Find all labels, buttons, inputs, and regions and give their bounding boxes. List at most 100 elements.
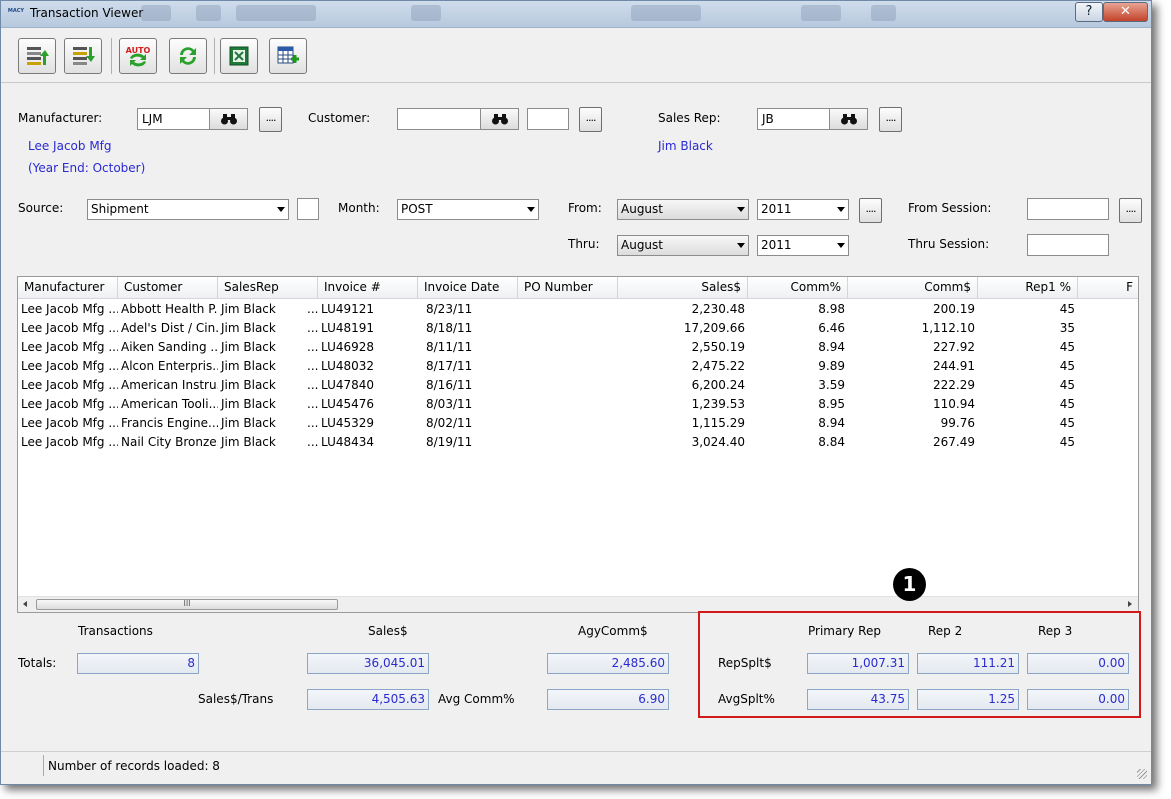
import-up-button[interactable] [18, 38, 56, 74]
column-header-customer[interactable]: Customer [118, 277, 218, 298]
refresh-button[interactable] [169, 38, 207, 74]
cell-salesrep: Jim Black [221, 302, 276, 316]
cell-salesrep-more: ... [307, 416, 318, 430]
horizontal-scrollbar[interactable]: III [18, 596, 1138, 612]
customer-secondary-input[interactable] [527, 108, 569, 130]
manufacturer-input[interactable]: LJM [137, 108, 210, 130]
cell-customer: American Tooli... [121, 397, 218, 411]
cell-comm-pct: 8.94 [818, 340, 845, 354]
help-button[interactable]: ? [1075, 2, 1103, 22]
chevron-down-icon [737, 243, 745, 248]
column-header-invoice-date[interactable]: Invoice Date [418, 277, 518, 298]
column-header-manufacturer[interactable]: Manufacturer [18, 277, 118, 298]
chevron-down-icon [527, 207, 535, 212]
source-select[interactable]: Shipment [87, 199, 289, 220]
salesrep-name: Jim Black [658, 139, 713, 153]
avg-comm-value: 6.90 [547, 689, 669, 710]
thru-year-value: 2011 [761, 238, 792, 252]
table-row[interactable]: Lee Jacob Mfg ... American Tooli... Jim Bl… [18, 395, 1138, 414]
cell-salesrep: Jim Black [221, 359, 276, 373]
column-header-next[interactable]: F [1078, 277, 1138, 298]
cell-invoice: LU45476 [321, 397, 375, 411]
cell-comm: 267.49 [933, 435, 975, 449]
cell-comm: 244.91 [933, 359, 975, 373]
from-session-input[interactable] [1027, 198, 1109, 220]
import-down-button[interactable] [64, 38, 102, 74]
cell-rep1-pct: 45 [1059, 302, 1075, 316]
table-row[interactable]: Lee Jacob Mfg ... Alcon Enterpris... Jim B… [18, 357, 1138, 376]
source-checkbox[interactable] [297, 198, 319, 220]
title-bar[interactable]: MACY Transaction Viewer ? ✕ [1, 1, 1151, 28]
from-year-select[interactable]: 2011 [757, 199, 849, 220]
from-month-select[interactable]: August [617, 199, 749, 220]
column-header-comm[interactable]: Comm$ [848, 277, 978, 298]
cell-salesrep: Jim Black [221, 321, 276, 335]
cell-invoice-date: 8/16/11 [426, 378, 473, 392]
cell-po-number [518, 395, 618, 414]
scroll-right-icon[interactable] [1128, 601, 1132, 607]
table-row[interactable]: Lee Jacob Mfg ... Adel's Dist / Cin... Jim… [18, 319, 1138, 338]
source-label: Source: [18, 201, 64, 215]
toolbar: AUTO [1, 28, 1151, 83]
totals-label: Totals: [18, 656, 57, 670]
grid-add-icon [277, 46, 299, 64]
from-session-browse-button[interactable]: .... [1119, 198, 1142, 223]
status-text: Number of records loaded: 8 [43, 755, 1128, 776]
cell-invoice: LU48032 [321, 359, 375, 373]
cell-salesrep-more: ... [307, 397, 318, 411]
cell-rep1-pct: 45 [1059, 378, 1075, 392]
thru-session-input[interactable] [1027, 234, 1109, 256]
from-session-label: From Session: [908, 201, 992, 215]
background-blur-shape [196, 5, 221, 21]
total-transactions-value: 8 [77, 653, 199, 674]
cell-po-number [518, 414, 618, 433]
salesrep-input[interactable]: JB [757, 108, 830, 130]
column-header-po-number[interactable]: PO Number [518, 277, 618, 298]
resize-grip-icon[interactable] [1137, 769, 1147, 779]
column-header-sales[interactable]: Sales$ [618, 277, 748, 298]
table-row[interactable]: Lee Jacob Mfg ... American Instru... Jim B… [18, 376, 1138, 395]
from-label: From: [568, 201, 602, 215]
manufacturer-browse-button[interactable]: .... [259, 107, 282, 132]
column-header-invoice[interactable]: Invoice # [318, 277, 418, 298]
table-row[interactable]: Lee Jacob Mfg ... Abbott Health P... Jim B… [18, 300, 1138, 319]
table-row[interactable]: Lee Jacob Mfg ... Nail City Bronze... Jim … [18, 433, 1138, 452]
salesrep-lookup-button[interactable] [829, 108, 868, 130]
thru-year-select[interactable]: 2011 [757, 235, 849, 256]
manufacturer-lookup-button[interactable] [209, 108, 248, 130]
column-header-rep1-pct[interactable]: Rep1 % [978, 277, 1078, 298]
cell-sales: 1,239.53 [691, 397, 745, 411]
customer-input[interactable] [397, 108, 481, 130]
month-select[interactable]: POST [397, 199, 539, 220]
cell-salesrep-more: ... [307, 359, 318, 373]
binoculars-icon [491, 114, 508, 125]
cell-customer: Aiken Sanding ... [121, 340, 218, 354]
scroll-left-icon[interactable] [23, 601, 27, 607]
from-date-browse-button[interactable]: .... [859, 198, 882, 223]
add-grid-button[interactable] [269, 38, 307, 74]
cell-comm-pct: 8.95 [818, 397, 845, 411]
total-agycomm-value: 2,485.60 [547, 653, 669, 674]
total-sales-value: 36,045.01 [307, 653, 429, 674]
background-blur-shape [631, 5, 701, 21]
excel-export-button[interactable] [220, 38, 258, 74]
column-header-comm-pct[interactable]: Comm% [748, 277, 848, 298]
customer-lookup-button[interactable] [480, 108, 519, 130]
thru-month-select[interactable]: August [617, 235, 749, 256]
table-row[interactable]: Lee Jacob Mfg ... Francis Engine... Jim Bl… [18, 414, 1138, 433]
chevron-down-icon [837, 243, 845, 248]
scroll-thumb[interactable]: III [36, 599, 338, 610]
auto-refresh-button[interactable]: AUTO [119, 38, 157, 74]
salesrep-browse-button[interactable]: .... [879, 107, 902, 132]
table-row[interactable]: Lee Jacob Mfg ... Aiken Sanding ... Jim Bl… [18, 338, 1138, 357]
manufacturer-name: Lee Jacob Mfg [28, 139, 112, 153]
column-header-salesrep[interactable]: SalesRep [218, 277, 318, 298]
toolbar-separator [214, 38, 215, 74]
cell-rep1-pct: 45 [1059, 397, 1075, 411]
from-month-value: August [621, 202, 663, 216]
chevron-down-icon [837, 207, 845, 212]
customer-browse-button[interactable]: .... [579, 107, 602, 132]
binoculars-icon [220, 114, 237, 125]
stack-up-arrow-icon [27, 47, 49, 65]
close-button[interactable]: ✕ [1103, 2, 1148, 22]
